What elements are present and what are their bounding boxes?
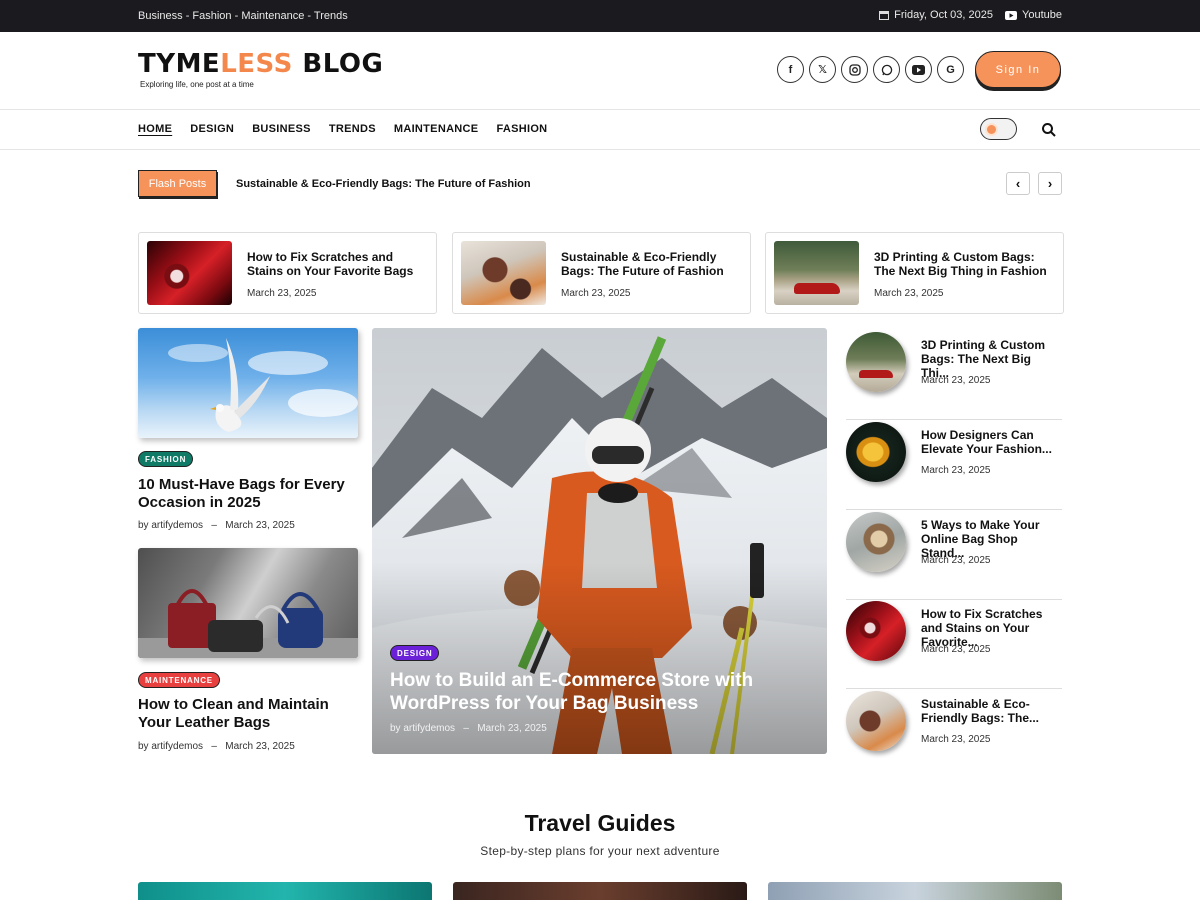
logo-tagline: Exploring life, one post at a time <box>140 80 254 89</box>
list-item-image <box>846 601 906 661</box>
search-icon[interactable] <box>1041 122 1057 138</box>
sign-in-button[interactable]: Sign In <box>975 51 1061 88</box>
list-item-date: March 23, 2025 <box>921 465 991 476</box>
list-item[interactable]: How to Fix Scratches and Stains on Your … <box>846 599 1062 689</box>
top-bar: Business - Fashion - Maintenance - Trend… <box>0 0 1200 32</box>
x-icon[interactable]: 𝕏 <box>809 56 836 83</box>
list-item-title[interactable]: Sustainable & Eco-Friendly Bags: The... <box>921 697 1061 725</box>
nav-maintenance[interactable]: MAINTENANCE <box>394 123 479 135</box>
youtube-icon <box>1005 10 1018 20</box>
date-display: Friday, Oct 03, 2025 <box>879 9 993 21</box>
hero-post-title[interactable]: How to Build an E-Commerce Store with Wo… <box>390 669 790 715</box>
sun-icon <box>985 123 998 136</box>
post-title[interactable]: How to Clean and Maintain Your Leather B… <box>138 696 363 732</box>
calendar-icon <box>879 11 890 20</box>
list-item-date: March 23, 2025 <box>921 734 991 745</box>
hero-post-meta: by artifydemos – March 23, 2025 <box>390 723 547 734</box>
mini-card-image <box>774 241 859 305</box>
meta-separator: – <box>463 723 469 734</box>
chevron-right-icon[interactable]: › <box>1038 172 1062 195</box>
list-item[interactable]: 5 Ways to Make Your Online Bag Shop Stan… <box>846 510 1062 600</box>
category-badge-maintenance[interactable]: MAINTENANCE <box>138 672 220 688</box>
list-item[interactable]: Sustainable & Eco-Friendly Bags: The... … <box>846 689 1062 779</box>
list-item-date: March 23, 2025 <box>921 644 991 655</box>
mini-card-date: March 23, 2025 <box>874 288 944 299</box>
list-item-date: March 23, 2025 <box>921 375 991 386</box>
list-item-title[interactable]: How Designers Can Elevate Your Fashion..… <box>921 428 1061 456</box>
mini-card-date: March 23, 2025 <box>247 288 317 299</box>
mini-card-title[interactable]: How to Fix Scratches and Stains on Your … <box>247 250 429 278</box>
youtube-link[interactable]: Youtube <box>1005 9 1062 21</box>
list-item-title[interactable]: 5 Ways to Make Your Online Bag Shop Stan… <box>921 518 1061 560</box>
category-badge-design[interactable]: DESIGN <box>390 645 440 661</box>
travel-card-image[interactable] <box>138 882 432 900</box>
list-item-image <box>846 691 906 751</box>
theme-toggle[interactable] <box>980 118 1017 140</box>
flash-post-title[interactable]: Sustainable & Eco-Friendly Bags: The Fut… <box>236 178 531 190</box>
youtube-icon[interactable] <box>905 56 932 83</box>
mini-card[interactable]: How to Fix Scratches and Stains on Your … <box>138 232 437 314</box>
post-image[interactable] <box>138 328 358 438</box>
whatsapp-icon[interactable] <box>873 56 900 83</box>
post-meta: by artifydemos – March 23, 2025 <box>138 520 295 531</box>
list-item[interactable]: 3D Printing & Custom Bags: The Next Big … <box>846 330 1062 420</box>
youtube-label: Youtube <box>1022 9 1062 21</box>
travel-card-image[interactable] <box>768 882 1062 900</box>
logo-text-3: BLOG <box>292 49 384 79</box>
logo-text-2: LESS <box>220 49 293 79</box>
facebook-icon[interactable]: f <box>777 56 804 83</box>
travel-card-image[interactable] <box>453 882 747 900</box>
nav-home[interactable]: HOME <box>138 123 172 135</box>
mini-card-date: March 23, 2025 <box>561 288 631 299</box>
list-item-title[interactable]: 3D Printing & Custom Bags: The Next Big … <box>921 338 1061 380</box>
post-author[interactable]: by artifydemos <box>390 723 455 734</box>
list-item-image <box>846 332 906 392</box>
instagram-icon[interactable] <box>841 56 868 83</box>
google-icon[interactable]: G <box>937 56 964 83</box>
post-author[interactable]: by artifydemos <box>138 741 203 752</box>
post-title[interactable]: 10 Must-Have Bags for Every Occasion in … <box>138 476 363 512</box>
mini-card[interactable]: Sustainable & Eco-Friendly Bags: The Fut… <box>452 232 751 314</box>
category-badge-fashion[interactable]: FASHION <box>138 451 194 467</box>
mini-card-title[interactable]: Sustainable & Eco-Friendly Bags: The Fut… <box>561 250 743 278</box>
post-date: March 23, 2025 <box>477 723 547 734</box>
post-date: March 23, 2025 <box>225 741 295 752</box>
site-logo[interactable]: TYMELESS BLOG Exploring life, one post a… <box>138 50 383 89</box>
site-header: TYMELESS BLOG Exploring life, one post a… <box>0 32 1200 110</box>
meta-separator: – <box>211 741 217 752</box>
date-text: Friday, Oct 03, 2025 <box>894 9 994 21</box>
list-item-image <box>846 512 906 572</box>
mini-card-image <box>461 241 546 305</box>
logo-text-1: TYME <box>138 49 221 79</box>
list-item-title[interactable]: How to Fix Scratches and Stains on Your … <box>921 607 1061 649</box>
post-meta: by artifydemos – March 23, 2025 <box>138 741 295 752</box>
list-item-date: March 23, 2025 <box>921 555 991 566</box>
mini-card-title[interactable]: 3D Printing & Custom Bags: The Next Big … <box>874 250 1056 278</box>
top-categories[interactable]: Business - Fashion - Maintenance - Trend… <box>138 10 348 22</box>
nav-trends[interactable]: TRENDS <box>329 123 376 135</box>
nav-business[interactable]: BUSINESS <box>252 123 311 135</box>
list-item-image <box>846 422 906 482</box>
nav-fashion[interactable]: FASHION <box>496 123 547 135</box>
seagull-image <box>168 338 358 432</box>
meta-separator: – <box>211 520 217 531</box>
chevron-left-icon[interactable]: ‹ <box>1006 172 1030 195</box>
social-links: f 𝕏 G <box>777 56 964 83</box>
mini-card-image <box>147 241 232 305</box>
post-image[interactable] <box>138 548 358 658</box>
list-item[interactable]: How Designers Can Elevate Your Fashion..… <box>846 420 1062 510</box>
post-date: March 23, 2025 <box>225 520 295 531</box>
nav-design[interactable]: DESIGN <box>190 123 234 135</box>
mini-card[interactable]: 3D Printing & Custom Bags: The Next Big … <box>765 232 1064 314</box>
bags-image <box>138 589 358 658</box>
section-title: Travel Guides <box>524 810 676 836</box>
flash-posts-label: Flash Posts <box>138 170 217 197</box>
section-subtitle: Step-by-step plans for your next adventu… <box>480 844 720 858</box>
post-author[interactable]: by artifydemos <box>138 520 203 531</box>
main-nav: HOME DESIGN BUSINESS TRENDS MAINTENANCE … <box>0 110 1200 150</box>
